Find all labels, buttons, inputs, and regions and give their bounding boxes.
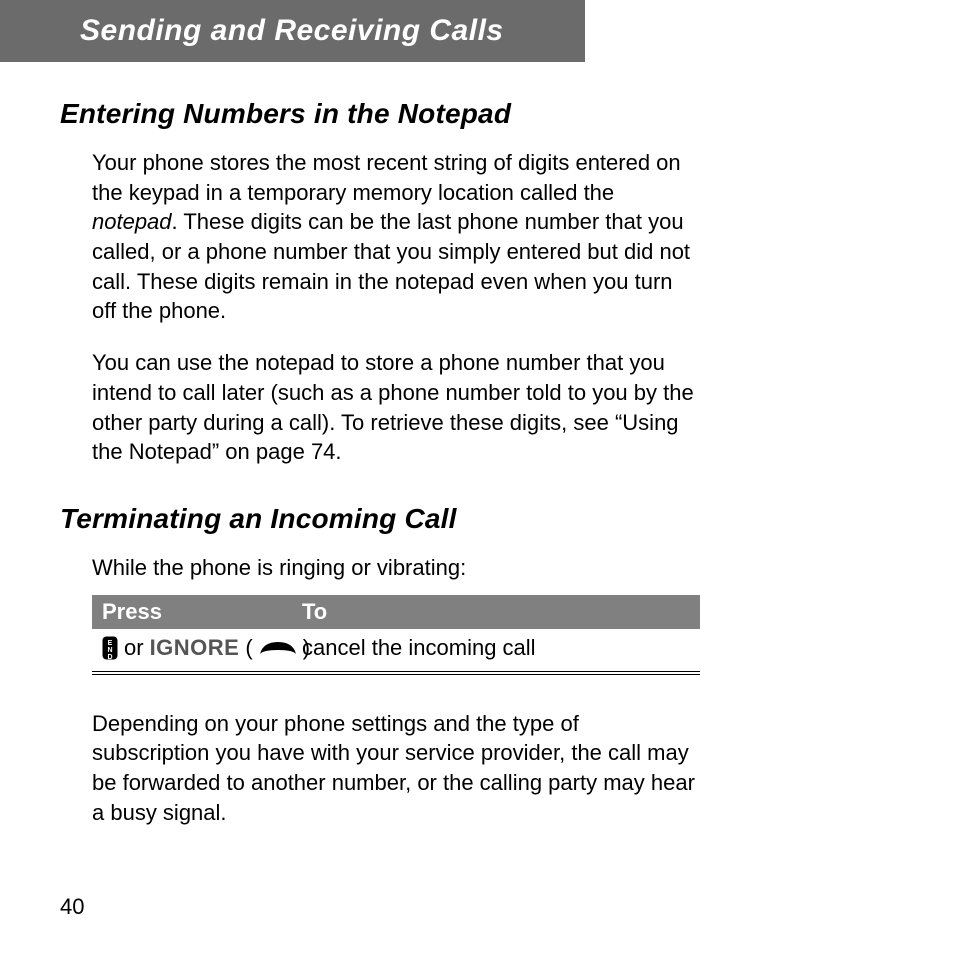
notepad-paragraph-1: Your phone stores the most recent string… [92, 148, 700, 326]
or-labelConnector: or [124, 635, 144, 661]
terminate-intro: While the phone is ringing or vibrating: [92, 553, 700, 583]
chapter-banner: Sending and Receiving Calls [0, 0, 585, 62]
svg-text:E: E [108, 640, 113, 647]
chapter-title: Sending and Receiving Calls [80, 14, 504, 47]
table-cell-press: E N D or IGNORE ( ) [102, 635, 302, 661]
table-cell-to: cancel the incoming call [302, 635, 690, 661]
page-number: 40 [60, 894, 84, 920]
terminate-followup-paragraph: Depending on your phone settings and the… [92, 709, 700, 828]
table-header: Press To [92, 595, 700, 629]
text-run: . These digits can be the last phone num… [92, 209, 690, 323]
press-to-table: Press To E N D or IGNORE ( [92, 595, 700, 675]
notepad-paragraph-2: You can use the notepad to store a phone… [92, 348, 700, 467]
ignore-softkey-label: IGNORE [150, 635, 240, 661]
table-row: E N D or IGNORE ( ) cance [92, 629, 700, 675]
table-header-press: Press [102, 599, 302, 625]
table-header-to: To [302, 599, 690, 625]
end-key-icon: E N D [102, 636, 118, 660]
heading-terminating-call: Terminating an Incoming Call [60, 503, 700, 535]
softkey-icon [259, 640, 297, 656]
svg-text:D: D [107, 654, 112, 660]
svg-text:N: N [107, 647, 112, 654]
heading-entering-numbers: Entering Numbers in the Notepad [60, 98, 700, 130]
lparen: ( [245, 635, 252, 661]
text-run: Your phone stores the most recent string… [92, 150, 681, 205]
page: { "banner": { "title": "Sending and Rece… [0, 0, 954, 954]
content-area: Entering Numbers in the Notepad Your pho… [60, 98, 700, 827]
keyword-notepad: notepad [92, 209, 172, 234]
